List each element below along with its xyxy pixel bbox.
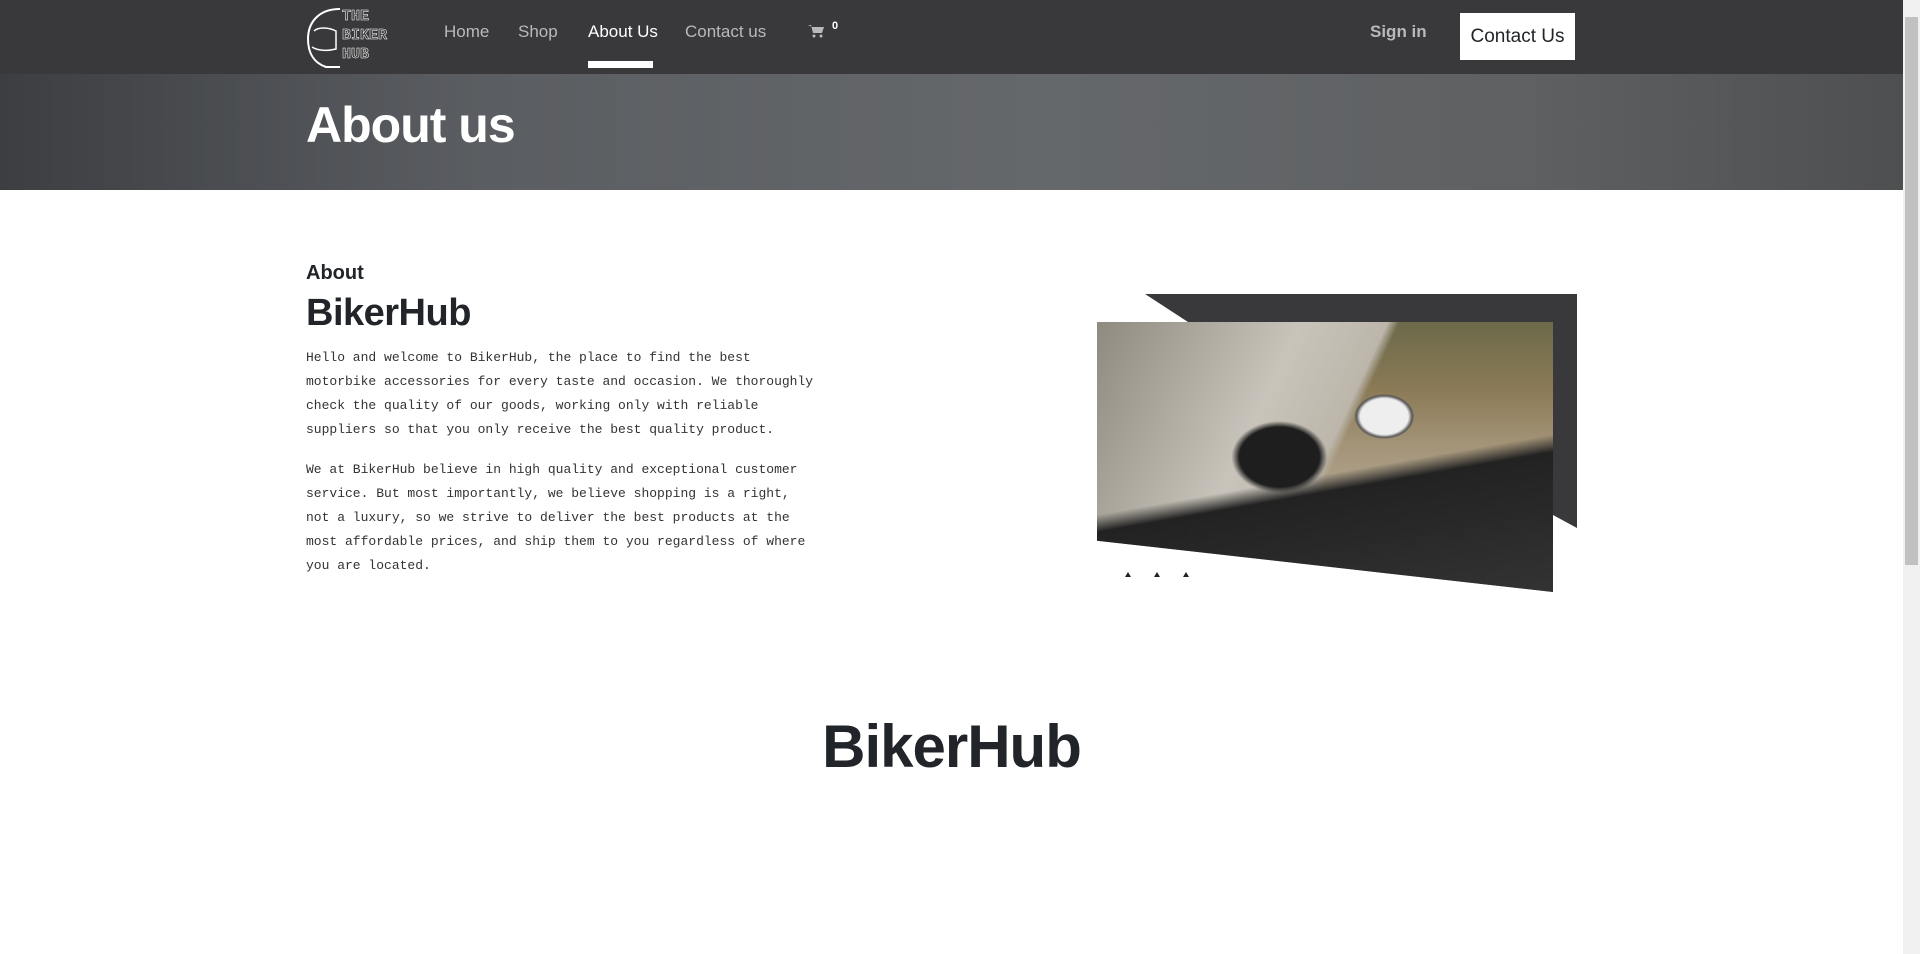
about-image-block	[1090, 290, 1590, 610]
about-paragraph-2: We at BikerHub believe in high quality a…	[306, 462, 806, 573]
nav-home[interactable]: Home	[444, 22, 489, 42]
page: THE BIKER HUB Home Shop About Us Contact u…	[0, 0, 1903, 954]
helmet-icon	[306, 8, 341, 68]
logo[interactable]: THE BIKER HUB	[306, 5, 406, 69]
contact-us-button[interactable]: Contact Us	[1460, 13, 1575, 60]
scrollbar[interactable]	[1903, 0, 1920, 954]
about-paragraph-1: Hello and welcome to BikerHub, the place…	[306, 350, 814, 437]
logo-text: THE BIKER HUB	[342, 8, 388, 64]
sign-in-link[interactable]: Sign in	[1370, 22, 1427, 42]
active-nav-indicator	[588, 61, 653, 68]
section-title: BikerHub	[822, 713, 1082, 780]
shopping-cart-icon[interactable]	[808, 24, 824, 38]
nav-about-us[interactable]: About Us	[588, 22, 658, 42]
hero-banner: About us	[0, 74, 1903, 190]
page-title: About us	[306, 97, 516, 153]
nav-contact-us[interactable]: Contact us	[685, 22, 766, 42]
about-label: About	[306, 262, 364, 284]
nav-shop[interactable]: Shop	[518, 22, 558, 42]
scrollbar-thumb[interactable]	[1905, 17, 1918, 565]
cart-count-badge: 0	[832, 20, 839, 32]
site-header: THE BIKER HUB Home Shop About Us Contact u…	[0, 0, 1903, 74]
about-title: BikerHub	[306, 292, 471, 334]
